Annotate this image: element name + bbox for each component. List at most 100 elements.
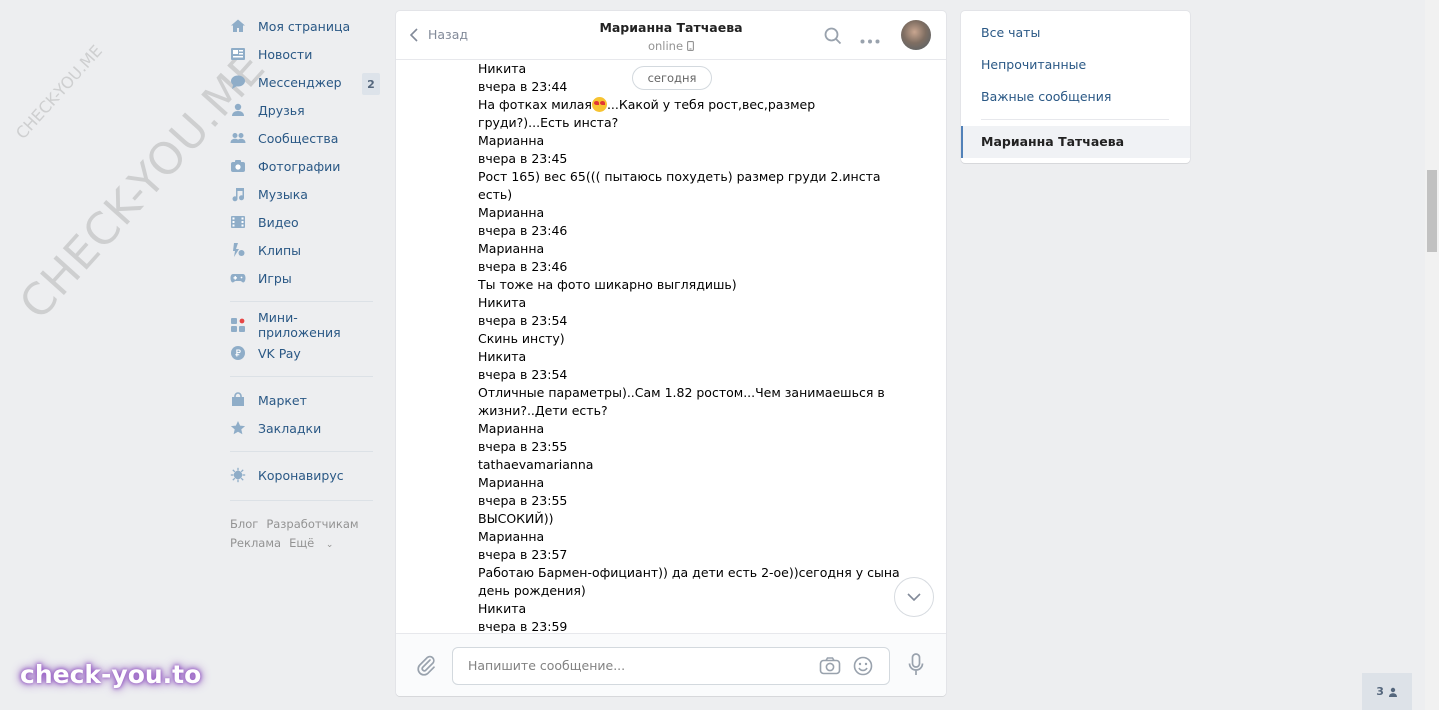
active-chat-name: Марианна Татчаева xyxy=(981,134,1125,149)
clips-icon xyxy=(230,242,246,258)
brand-watermark: check-you.to xyxy=(20,660,202,689)
message-text: Ты тоже на фото шикарно выглядишь) xyxy=(478,277,737,292)
message-time: вчера в 23:46 xyxy=(478,259,568,274)
message-time: вчера в 23:54 xyxy=(478,367,568,382)
peer-status-text: online xyxy=(647,39,684,53)
chat-filter-panel: Все чаты Непрочитанные Важные сообщения … xyxy=(961,11,1190,163)
peer-avatar[interactable] xyxy=(901,20,931,50)
message-author: Никита xyxy=(478,295,527,310)
online-friends-button[interactable]: 3 xyxy=(1362,673,1412,710)
watermark-small: CHECK-YOU.ME xyxy=(12,41,106,143)
nav-item-music[interactable]: Музыка xyxy=(230,180,380,208)
nav-label: Коронавирус xyxy=(258,467,344,483)
nav-divider xyxy=(230,500,373,501)
nav-item-bookmarks[interactable]: Закладки xyxy=(230,414,380,442)
message-input[interactable] xyxy=(466,657,810,674)
left-navigation: Моя страница Новости Мессенджер 2 Друзья… xyxy=(230,12,380,555)
photos-icon xyxy=(230,158,246,174)
nav-label: Сообщества xyxy=(258,130,339,146)
nav-item-news[interactable]: Новости xyxy=(230,40,380,68)
message-text: жизни?..Дети есть? xyxy=(478,403,608,418)
microphone-icon[interactable] xyxy=(908,653,924,681)
emoji-icon[interactable] xyxy=(853,656,873,680)
message-author: Марианна xyxy=(478,529,545,544)
nav-item-communities[interactable]: Сообщества xyxy=(230,124,380,152)
nav-item-mini-apps[interactable]: Мини-приложения xyxy=(230,310,380,340)
nav-item-games[interactable]: Игры xyxy=(230,264,380,292)
footer-link-developers[interactable]: Разработчикам xyxy=(266,517,358,531)
message-composer xyxy=(396,633,946,696)
market-icon xyxy=(230,392,246,408)
message-author: Никита xyxy=(478,349,527,364)
message-text-part: ...Какой у тебя рост,вес,размер xyxy=(606,97,816,112)
nav-label: Друзья xyxy=(258,102,305,118)
more-icon[interactable] xyxy=(860,33,880,48)
nav-label: Закладки xyxy=(258,420,322,436)
nav-item-my-page[interactable]: Моя страница xyxy=(230,12,380,40)
footer-link-blog[interactable]: Блог xyxy=(230,517,258,531)
message-text: tathaevamarianna xyxy=(478,457,594,472)
search-icon[interactable] xyxy=(824,27,842,49)
messenger-icon xyxy=(230,74,246,90)
communities-icon xyxy=(230,130,246,146)
filter-all-chats[interactable]: Все чаты xyxy=(981,25,1040,40)
message-author: Марианна xyxy=(478,421,545,436)
nav-divider xyxy=(230,376,373,377)
nav-label: Мини-приложения xyxy=(258,310,341,340)
messenger-unread-badge: 2 xyxy=(362,73,380,95)
nav-item-clips[interactable]: Клипы xyxy=(230,236,380,264)
bookmarks-icon xyxy=(230,420,246,436)
message-author: Никита xyxy=(478,61,527,76)
news-icon xyxy=(230,46,246,62)
friends-icon xyxy=(230,102,246,118)
message-text-part: На фотках милая xyxy=(478,97,592,112)
nav-label: Клипы xyxy=(258,242,302,258)
nav-item-coronavirus[interactable]: Коронавирус xyxy=(230,461,380,489)
camera-icon[interactable] xyxy=(819,656,841,680)
message-author: Марианна xyxy=(478,205,545,220)
footer-link-more[interactable]: Ещё ⌄ xyxy=(289,536,341,550)
date-divider: сегодня xyxy=(632,66,712,90)
active-chat-item[interactable]: Марианна Татчаева xyxy=(961,126,1190,158)
message-time: вчера в 23:55 xyxy=(478,439,568,454)
nav-item-vk-pay[interactable]: VK Pay xyxy=(230,339,380,367)
filter-divider xyxy=(981,119,1169,120)
nav-item-friends[interactable]: Друзья xyxy=(230,96,380,124)
message-author: Марианна xyxy=(478,475,545,490)
nav-label: VK Pay xyxy=(258,345,301,361)
scroll-to-bottom-button[interactable] xyxy=(894,577,934,617)
message-text: Скинь инсту) xyxy=(478,331,565,346)
nav-item-photos[interactable]: Фотографии xyxy=(230,152,380,180)
page-scrollbar[interactable] xyxy=(1425,0,1439,710)
nav-item-market[interactable]: Маркет xyxy=(230,386,380,414)
message-time: вчера в 23:44 xyxy=(478,79,568,94)
video-icon xyxy=(230,214,246,230)
message-text: На фотках милая ...Какой у тебя рост,вес,… xyxy=(478,96,815,114)
mini-apps-icon xyxy=(230,317,246,333)
nav-footer: Блог Разработчикам Реклама Ещё ⌄ xyxy=(230,515,380,555)
nav-item-messenger[interactable]: Мессенджер 2 xyxy=(230,68,380,96)
message-text: ВЫСОКИЙ)) xyxy=(478,511,554,526)
nav-label: Новости xyxy=(258,46,313,62)
attach-icon[interactable] xyxy=(416,654,436,680)
nav-label: Моя страница xyxy=(258,18,351,34)
filter-important[interactable]: Важные сообщения xyxy=(981,89,1111,104)
footer-link-ads[interactable]: Реклама xyxy=(230,536,281,550)
nav-item-video[interactable]: Видео xyxy=(230,208,380,236)
message-time: вчера в 23:59 xyxy=(478,619,568,633)
message-history[interactable]: Никита сегодня вчера в 23:44 На фотках м… xyxy=(396,60,946,633)
message-time: вчера в 23:55 xyxy=(478,493,568,508)
message-input-box[interactable] xyxy=(452,647,890,685)
coronavirus-icon xyxy=(230,467,246,483)
message-text: груди?)...Есть инста? xyxy=(478,115,619,130)
message-text: Отличные параметры)..Сам 1.82 ростом...Ч… xyxy=(478,385,885,400)
home-icon xyxy=(230,18,246,34)
chevron-down-icon: ⌄ xyxy=(325,540,334,550)
footer-more-label: Ещё xyxy=(289,536,315,550)
nav-label: Фотографии xyxy=(258,158,341,174)
filter-unread[interactable]: Непрочитанные xyxy=(981,57,1086,72)
nav-divider xyxy=(230,451,373,452)
chevron-down-icon xyxy=(907,593,921,601)
mobile-icon xyxy=(687,41,694,51)
scrollbar-thumb[interactable] xyxy=(1427,170,1437,252)
